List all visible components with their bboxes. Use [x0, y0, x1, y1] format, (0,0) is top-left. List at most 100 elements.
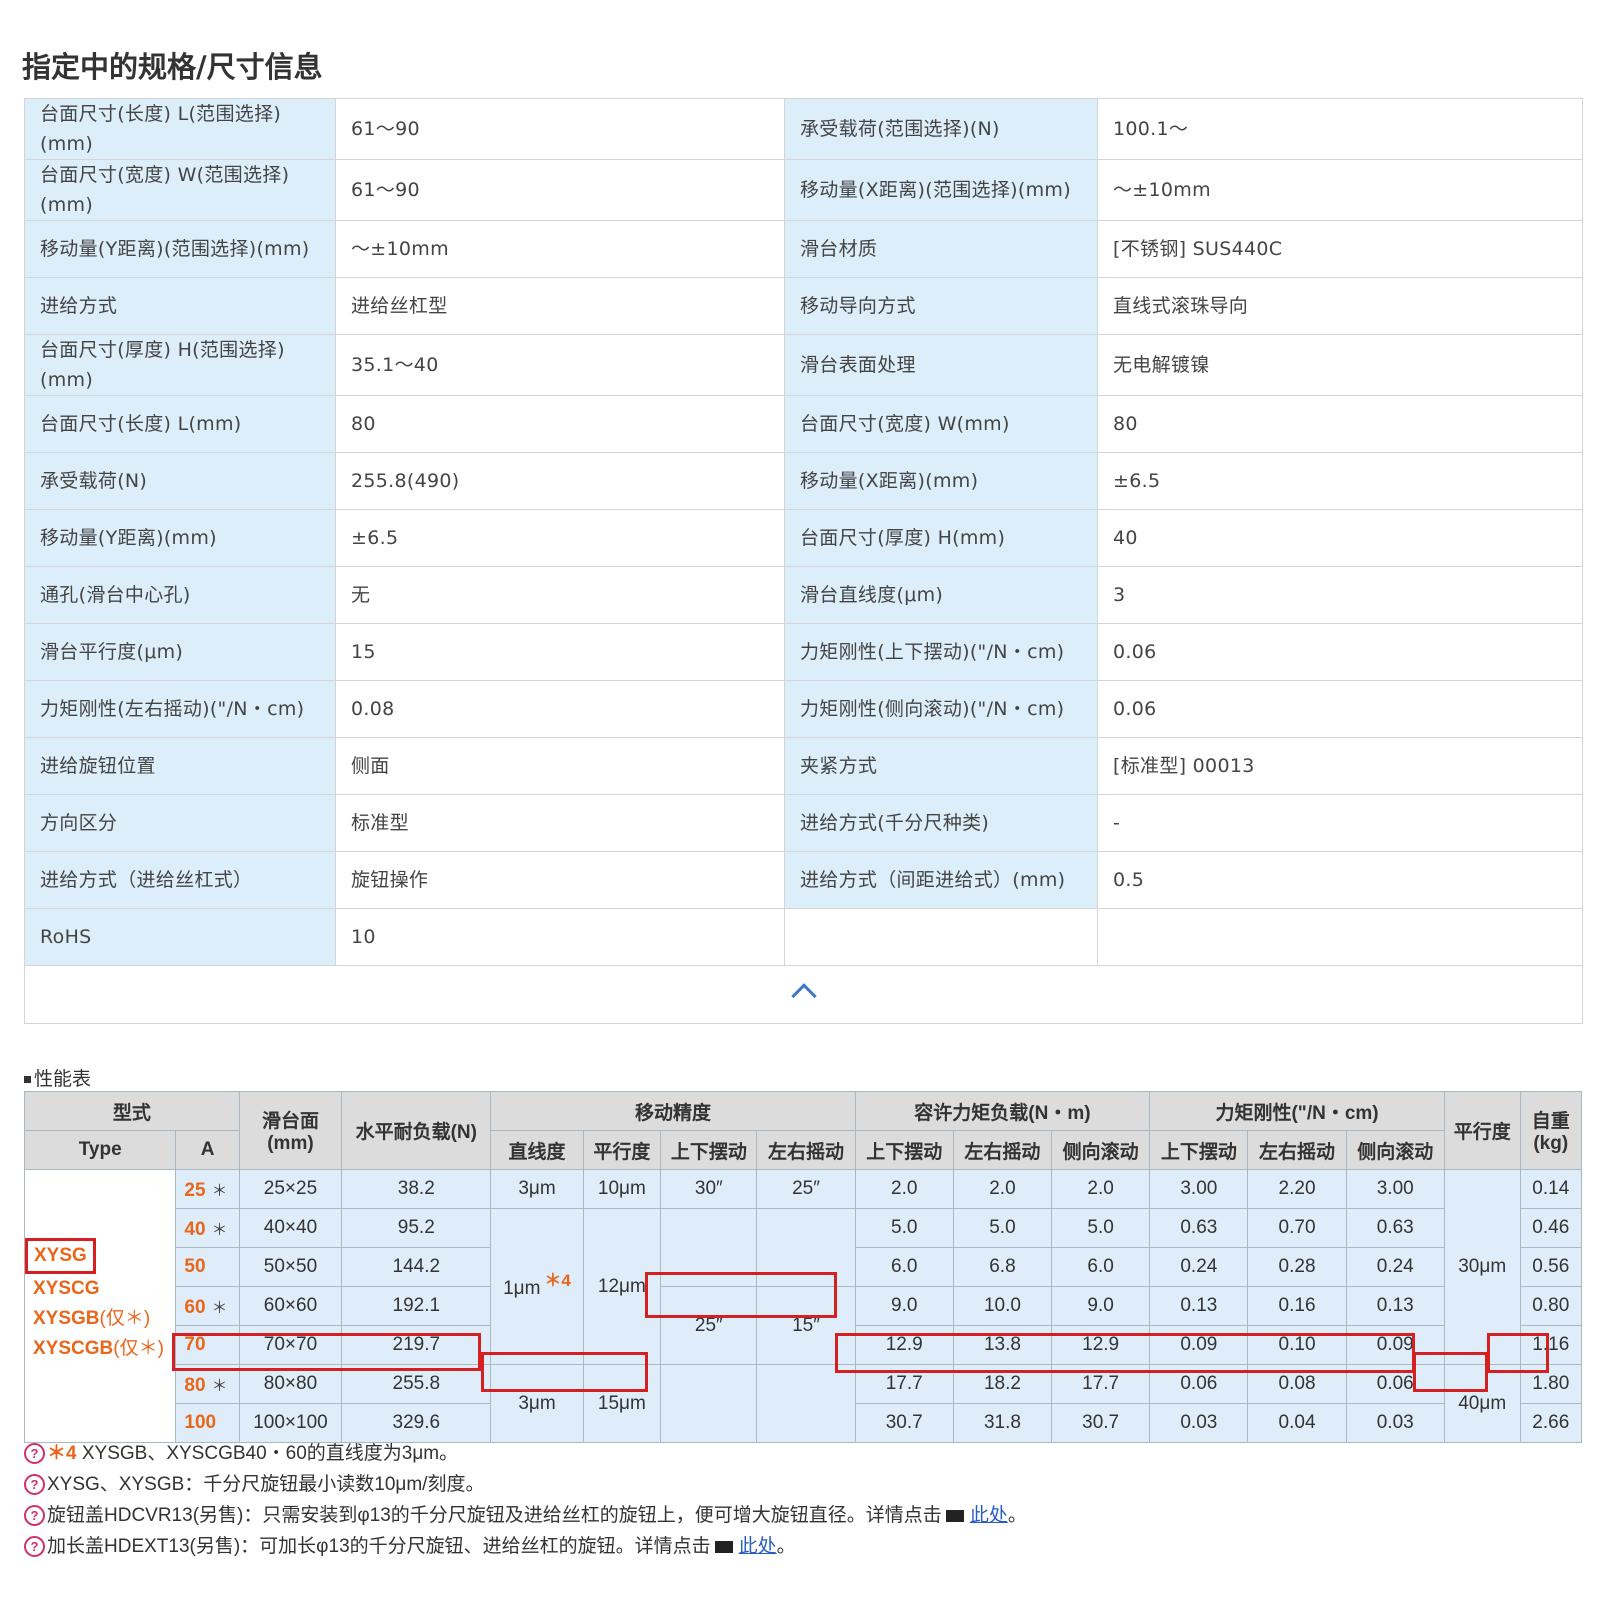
yaw: 25″: [756, 1169, 856, 1209]
chevron-up-icon[interactable]: [790, 983, 817, 1009]
spec-value: 10: [335, 908, 785, 966]
table-face: 60×60: [238, 1286, 343, 1326]
spec-value: 0.06: [1097, 623, 1583, 681]
spec-row: 台面尺寸(宽度) W(范围选择)(mm) 61～90 移动量(X距离)(范围选择)(…: [24, 159, 1583, 221]
weight: 2.66: [1519, 1403, 1583, 1443]
spec-label: 滑台表面处理: [784, 334, 1098, 396]
spec-value: [不锈钢] SUS440C: [1097, 220, 1583, 278]
spec-label: 通孔(滑台中心孔): [24, 566, 336, 624]
weight: 0.56: [1519, 1247, 1583, 1287]
info-icon: ?: [24, 1443, 45, 1465]
spec-label: 方向区分: [24, 794, 336, 852]
header-model: 型式: [24, 1091, 240, 1131]
rigidity-roll: 3.00: [1345, 1169, 1445, 1209]
moment-pitch: 17.7: [854, 1364, 954, 1404]
spec-row: 方向区分 标准型 进给方式(千分尺种类) -: [24, 794, 1583, 852]
parallelism: 10μm: [582, 1169, 662, 1209]
spec-label: 台面尺寸(宽度) W(范围选择)(mm): [24, 159, 336, 221]
details-link[interactable]: 此处: [970, 1505, 1008, 1526]
moment-roll: 6.0: [1051, 1247, 1151, 1287]
perf-row: XYSG XYSCG XYSGB(仅＊) XYSCGB(仅＊) 25 ＊ 25×25 38.2…: [23, 1169, 1583, 1443]
rigidity-yaw: 0.10: [1247, 1325, 1347, 1365]
header-accuracy: 移动精度: [490, 1091, 856, 1131]
header-moment-roll: 侧向滚动: [1051, 1130, 1151, 1170]
spec-value: 标准型: [335, 794, 785, 852]
table-face: 50×50: [238, 1247, 343, 1287]
header-parallelism: 平行度: [1443, 1091, 1521, 1170]
moment-pitch: 30.7: [854, 1403, 954, 1443]
spec-label: 台面尺寸(厚度) H(mm): [784, 509, 1098, 567]
rigidity-pitch: 0.06: [1149, 1364, 1249, 1404]
rigidity-yaw: 0.28: [1247, 1247, 1347, 1287]
moment-roll: 30.7: [1051, 1403, 1151, 1443]
perf-row: 80 ＊ 80×80 255.8 3μm 15μm 17.7 18.2 17.7 0.06 0.08…: [25, 1364, 1583, 1443]
square-bullet-icon: [24, 1076, 31, 1083]
info-icon: ?: [24, 1536, 45, 1558]
rigidity-yaw: 0.70: [1247, 1208, 1347, 1248]
moment-roll: 17.7: [1051, 1364, 1151, 1404]
straightness: 3μm: [490, 1169, 584, 1209]
parallelism-total: 40μm: [1443, 1364, 1521, 1443]
moment-pitch: 2.0: [854, 1169, 954, 1209]
horizontal-load: 38.2: [341, 1169, 492, 1209]
rigidity-roll: 0.06: [1345, 1364, 1445, 1404]
header-pitch: 上下摆动: [660, 1130, 758, 1170]
spec-label: 移动量(X距离)(范围选择)(mm): [784, 159, 1098, 221]
spec-value: 40: [1097, 509, 1583, 567]
moment-yaw: 31.8: [952, 1403, 1053, 1443]
header-rigidity: 力矩刚性("/N・cm): [1149, 1091, 1445, 1131]
spec-label: 进给方式（进给丝杠式）: [24, 851, 336, 909]
straightness: 1μm ＊4: [490, 1208, 584, 1365]
moment-roll: 9.0: [1051, 1286, 1151, 1326]
horizontal-load: 95.2: [341, 1208, 492, 1248]
type-name: XYSGB(仅＊): [33, 1308, 151, 1329]
spec-label: 台面尺寸(宽度) W(mm): [784, 395, 1098, 453]
rigidity-pitch: 0.24: [1149, 1247, 1249, 1287]
size-a: 25 ＊: [175, 1169, 240, 1209]
details-link[interactable]: 此处: [739, 1536, 777, 1557]
note-item: ? 旋钮盖HDCVR13(另售)：只需安装到φ13的千分尺旋钮及进给丝杠的旋钮上，…: [24, 1500, 1027, 1531]
spec-value: 3: [1097, 566, 1583, 624]
spec-label: 移动导向方式: [784, 277, 1098, 335]
performance-table: 型式 滑台面 (mm) 水平耐负载(N) 移动精度 容许力矩负载(N・m) 力矩刚…: [23, 1091, 1583, 1443]
spec-value: [1097, 908, 1583, 966]
spec-row: 进给方式 进给丝杠型 移动导向方式 直线式滚珠导向: [24, 277, 1583, 335]
spec-label: 承受载荷(N): [24, 452, 336, 510]
size-a: 80 ＊: [175, 1364, 240, 1404]
rigidity-pitch: 0.13: [1149, 1286, 1249, 1326]
rigidity-yaw: 2.20: [1247, 1169, 1347, 1209]
spec-row: 台面尺寸(长度) L(范围选择)(mm) 61～90 承受载荷(范围选择)(N) 10…: [24, 98, 1583, 160]
spec-label: 承受载荷(范围选择)(N): [784, 98, 1098, 160]
header-straightness: 直线度: [490, 1130, 584, 1170]
header-moment: 容许力矩负载(N・m): [854, 1091, 1151, 1131]
perf-row: 60 ＊ 60×60 192.1 25″ 15″ 9.0 10.0 9.0 0.13 0.16 0.1…: [25, 1286, 1583, 1365]
header-table-face: 滑台面 (mm): [238, 1091, 343, 1170]
pitch: 30″: [660, 1169, 758, 1209]
spec-label: 滑台平行度(μm): [24, 623, 336, 681]
rigidity-roll: 0.03: [1345, 1403, 1445, 1443]
rigidity-yaw: 0.16: [1247, 1286, 1347, 1326]
weight: 0.14: [1519, 1169, 1583, 1209]
straightness: 3μm: [490, 1364, 584, 1443]
spec-value: 进给丝杠型: [335, 277, 785, 335]
weight: 0.46: [1519, 1208, 1583, 1248]
note-item: ? 加长盖HDEXT13(另售)：可加长φ13的千分尺旋钮、进给丝杠的旋钮。详情点…: [24, 1531, 1027, 1562]
parallelism-total: 30μm: [1443, 1169, 1521, 1365]
spec-value: 80: [1097, 395, 1583, 453]
performance-table-title: 性能表: [24, 1064, 91, 1091]
header-load: 水平耐负载(N): [341, 1091, 492, 1170]
spec-value: 0.5: [1097, 851, 1583, 909]
rigidity-roll: 0.09: [1345, 1325, 1445, 1365]
weight: 0.80: [1519, 1286, 1583, 1326]
rigidity-roll: 0.24: [1345, 1247, 1445, 1287]
spec-label: 滑台直线度(μm): [784, 566, 1098, 624]
spec-value: 100.1～: [1097, 98, 1583, 160]
spec-value: ～±10mm: [335, 220, 785, 278]
type-name: XYSG: [25, 1238, 96, 1274]
spec-label: 进给旋钮位置: [24, 737, 336, 795]
spec-value: 侧面: [335, 737, 785, 795]
header-type: Type: [23, 1130, 177, 1170]
header-moment-yaw: 左右摇动: [952, 1130, 1053, 1170]
external-link-icon: [714, 1540, 733, 1553]
collapse-row: [24, 965, 1583, 1024]
